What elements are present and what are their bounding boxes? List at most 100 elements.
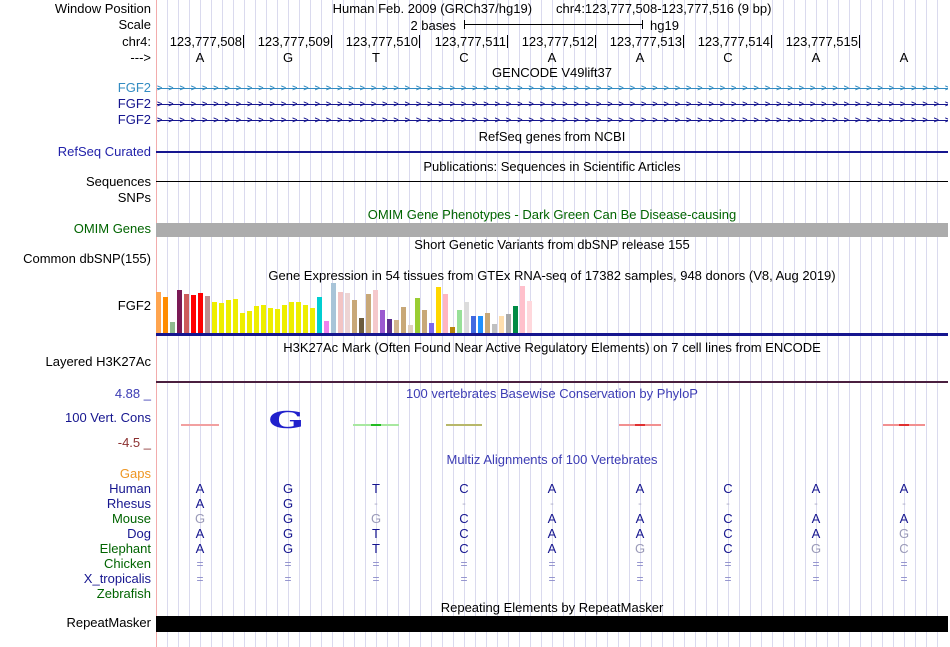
alignment-row[interactable]: AGTCAGCGC	[156, 542, 948, 556]
species-label-human[interactable]: Human	[0, 482, 151, 496]
gtex-bar[interactable]	[296, 302, 301, 333]
gtex-bar[interactable]	[499, 316, 504, 333]
gtex-bar[interactable]	[422, 310, 427, 333]
omim-gene-bar[interactable]	[156, 223, 948, 237]
gtex-gene-model-line[interactable]	[156, 333, 948, 336]
omim-genes-label[interactable]: OMIM Genes	[0, 222, 151, 236]
gtex-bar[interactable]	[478, 316, 483, 333]
gencode-gene-model[interactable]: >>>>>>>>>>>>>>>>>>>>>>>>>>>>>>>>>>>>>>>>…	[157, 114, 948, 127]
gencode-gene-label[interactable]: FGF2	[0, 81, 151, 95]
alignment-row[interactable]: = = = = = = = = =	[156, 557, 948, 571]
gtex-bar[interactable]	[254, 306, 259, 333]
species-label-x_tropicalis[interactable]: X_tropicalis	[0, 572, 151, 586]
gtex-bar[interactable]	[205, 296, 210, 333]
base-letter: C	[459, 50, 469, 65]
gtex-bar[interactable]	[226, 300, 231, 333]
gtex-bar[interactable]	[513, 306, 518, 333]
gtex-bar[interactable]	[485, 313, 490, 333]
alignment-cell: =	[636, 557, 644, 571]
repeatmasker-feature-bar[interactable]	[156, 616, 948, 632]
gtex-bar[interactable]	[170, 322, 175, 333]
gtex-bar[interactable]	[317, 297, 322, 333]
gtex-bar[interactable]	[275, 309, 280, 333]
gtex-bar[interactable]	[394, 320, 399, 333]
gencode-gene-model[interactable]: >>>>>>>>>>>>>>>>>>>>>>>>>>>>>>>>>>>>>>>>…	[157, 82, 948, 95]
gtex-bar[interactable]	[268, 308, 273, 333]
refseq-gene-line[interactable]	[156, 151, 948, 153]
gtex-bar[interactable]	[289, 302, 294, 333]
gtex-bar[interactable]	[163, 297, 168, 333]
gencode-gene-model[interactable]: >>>>>>>>>>>>>>>>>>>>>>>>>>>>>>>>>>>>>>>>…	[157, 98, 948, 111]
omim-track-title: OMIM Gene Phenotypes - Dark Green Can Be…	[367, 207, 737, 222]
gtex-bar[interactable]	[282, 305, 287, 333]
gtex-gene-label[interactable]: FGF2	[0, 299, 151, 313]
gtex-bar[interactable]	[359, 318, 364, 333]
gtex-bar[interactable]	[310, 308, 315, 333]
gtex-bar[interactable]	[352, 300, 357, 333]
gtex-bar[interactable]	[380, 310, 385, 333]
gtex-bar[interactable]	[520, 286, 525, 333]
gtex-bar[interactable]	[429, 323, 434, 333]
gtex-bar[interactable]	[233, 299, 238, 333]
gtex-bar[interactable]	[527, 301, 532, 333]
alignment-cell: =	[196, 572, 204, 586]
sequences-label[interactable]: Sequences	[0, 175, 151, 189]
gtex-bar[interactable]	[464, 302, 469, 333]
alignment-cell: =	[284, 557, 292, 571]
gtex-bar[interactable]	[366, 294, 371, 333]
alignment-cell: C	[459, 511, 469, 526]
repeatmasker-label[interactable]: RepeatMasker	[0, 616, 151, 630]
gtex-bar[interactable]	[471, 316, 476, 333]
gtex-bar[interactable]	[401, 307, 406, 333]
gtex-bar-chart[interactable]	[156, 283, 948, 333]
gtex-bar[interactable]	[415, 298, 420, 333]
gtex-bar[interactable]	[345, 293, 350, 333]
alignment-row[interactable]: AG-------	[156, 497, 948, 511]
gtex-bar[interactable]	[373, 290, 378, 333]
gtex-bar[interactable]	[324, 321, 329, 333]
sequences-feature-line[interactable]	[156, 181, 948, 182]
phylop-track[interactable]: G	[156, 405, 948, 437]
species-label-mouse[interactable]: Mouse	[0, 512, 151, 526]
alignment-row[interactable]: GGGCAACAA	[156, 512, 948, 526]
gtex-bar[interactable]	[303, 305, 308, 333]
alignment-row[interactable]: AGTCAACAA	[156, 482, 948, 496]
gtex-bar[interactable]	[506, 314, 511, 333]
alignment-cell: -	[638, 498, 642, 510]
gtex-bar[interactable]	[198, 293, 203, 333]
snps-label[interactable]: SNPs	[0, 191, 151, 205]
gtex-bar[interactable]	[247, 311, 252, 333]
gtex-bar[interactable]	[219, 303, 224, 333]
species-label-dog[interactable]: Dog	[0, 527, 151, 541]
alignment-row[interactable]: AGTCAACAG	[156, 527, 948, 541]
gtex-bar[interactable]	[240, 313, 245, 333]
refseq-curated-label[interactable]: RefSeq Curated	[0, 145, 151, 159]
gtex-bar[interactable]	[261, 305, 266, 333]
phylop-track-title: 100 vertebrates Basewise Conservation by…	[406, 386, 698, 401]
alignment-cell: A	[899, 481, 909, 496]
layered-h3k27ac-label[interactable]: Layered H3K27Ac	[0, 355, 151, 369]
species-label-chicken[interactable]: Chicken	[0, 557, 151, 571]
gtex-bar[interactable]	[191, 295, 196, 333]
gtex-bar[interactable]	[492, 324, 497, 333]
gtex-bar[interactable]	[331, 283, 336, 333]
vert-cons-label[interactable]: 100 Vert. Cons	[0, 411, 151, 425]
species-label-elephant[interactable]: Elephant	[0, 542, 151, 556]
gtex-bar[interactable]	[408, 325, 413, 333]
gtex-bar[interactable]	[177, 290, 182, 333]
gtex-bar[interactable]	[387, 319, 392, 333]
gtex-bar[interactable]	[457, 310, 462, 333]
species-label-gaps[interactable]: Gaps	[0, 467, 151, 481]
alignment-row[interactable]: = = = = = = = = =	[156, 572, 948, 586]
gtex-bar[interactable]	[184, 294, 189, 333]
gtex-bar[interactable]	[436, 287, 441, 333]
gencode-gene-label[interactable]: FGF2	[0, 113, 151, 127]
common-dbsnp-label[interactable]: Common dbSNP(155)	[0, 252, 151, 266]
species-label-zebrafish[interactable]: Zebrafish	[0, 587, 151, 601]
gencode-gene-label[interactable]: FGF2	[0, 97, 151, 111]
gtex-bar[interactable]	[443, 294, 448, 333]
species-label-rhesus[interactable]: Rhesus	[0, 497, 151, 511]
gtex-bar[interactable]	[156, 292, 161, 333]
gtex-bar[interactable]	[212, 302, 217, 333]
gtex-bar[interactable]	[338, 292, 343, 333]
